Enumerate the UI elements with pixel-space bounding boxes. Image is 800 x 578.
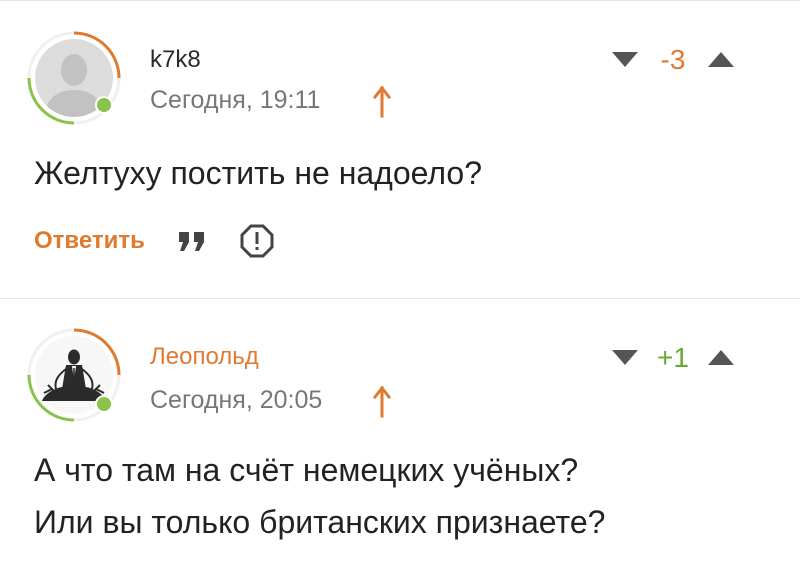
vote-controls: +1 [608,342,738,374]
comment-rating: -3 [660,44,686,75]
triangle-up-icon [708,350,734,365]
downvote-button[interactable] [608,342,642,374]
comment-leopold: Леопольд Сегодня, 20:05 +1 А что там на … [0,299,800,578]
triangle-down-icon [612,52,638,67]
triangle-up-icon [708,52,734,67]
comment-actions: Ответить [34,223,275,259]
comment-timestamp: Сегодня, 20:05 [150,386,323,414]
comment-text: А что там на счёт немецких учёных? Или в… [34,444,605,548]
vote-controls: -3 [608,44,738,76]
comment-timestamp: Сегодня, 19:11 [150,86,321,114]
comment-k7k8: k7k8 Сегодня, 19:11 -3 Желтуху постить н… [0,0,800,298]
reply-button[interactable]: Ответить [34,227,145,255]
comment-author[interactable]: k7k8 [150,46,201,74]
triangle-down-icon [612,350,638,365]
comment-author[interactable]: Леопольд [150,343,259,371]
online-status-dot [95,96,113,114]
comment-text: Желтуху постить не надоело? [34,147,482,199]
comment-text-line: Желтуху постить не надоело? [34,155,482,191]
upvote-button[interactable] [704,44,738,76]
user-avatar[interactable] [26,30,122,126]
user-avatar[interactable] [26,327,122,423]
comment-text-line: Или вы только британских признаете? [34,504,606,540]
comment-text-line: А что там на счёт немецких учёных? [34,452,579,488]
online-status-dot [95,395,113,413]
warning-octagon-icon [240,224,274,258]
parent-link-icon[interactable] [372,84,392,118]
quote-icon [178,232,204,251]
comment-rating: +1 [657,342,689,373]
parent-link-icon[interactable] [372,384,392,418]
report-button[interactable] [239,223,275,259]
upvote-button[interactable] [704,342,738,374]
downvote-button[interactable] [608,44,642,76]
quote-button[interactable] [175,225,209,257]
